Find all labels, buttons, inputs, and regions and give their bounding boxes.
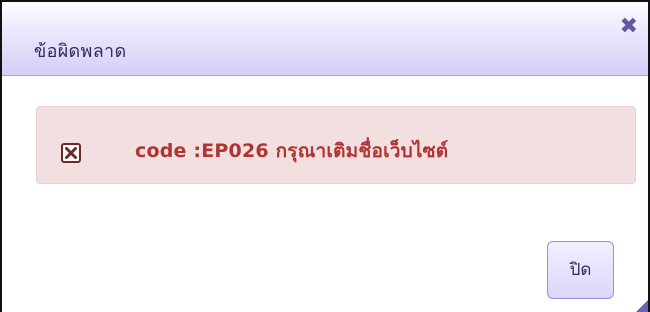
- error-message-box: code :EP026 กรุณาเติมชื่อเว็บไซต์: [36, 106, 636, 184]
- dialog-title: ข้อผิดพลาด: [34, 41, 127, 62]
- resize-handle[interactable]: [636, 300, 648, 312]
- error-dialog: ข้อผิดพลาด ✖ code :EP026 กรุณาเติมชื่อเว…: [0, 0, 650, 312]
- close-icon[interactable]: ✖: [620, 16, 638, 38]
- dialog-titlebar[interactable]: ข้อผิดพลาด ✖: [2, 2, 648, 76]
- error-x-icon: [61, 143, 81, 163]
- close-button[interactable]: ปิด: [547, 241, 614, 299]
- error-message-text: code :EP026 กรุณาเติมชื่อเว็บไซต์: [135, 140, 449, 162]
